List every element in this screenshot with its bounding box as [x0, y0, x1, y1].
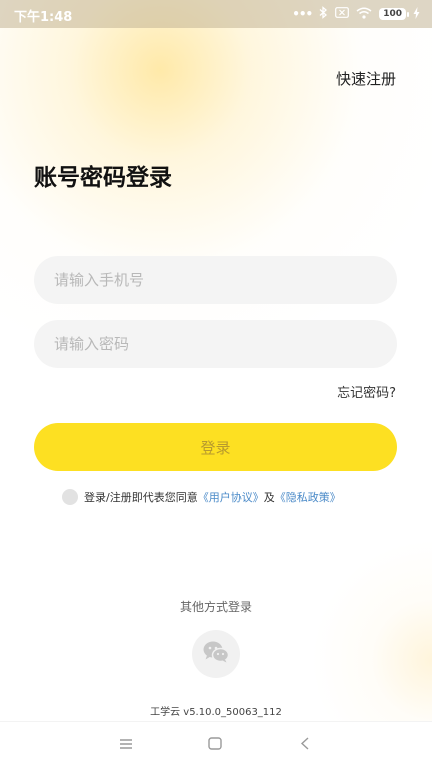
battery-icon: 100	[379, 8, 409, 20]
status-icons: ••• 100	[292, 6, 420, 22]
agreement-conjunction: 及	[263, 491, 275, 504]
agreement-checkbox[interactable]	[62, 489, 78, 505]
phone-input[interactable]	[34, 256, 397, 304]
home-icon[interactable]	[208, 735, 222, 754]
login-button[interactable]: 登录	[34, 423, 397, 471]
privacy-policy-link[interactable]: 《隐私政策》	[275, 489, 341, 505]
status-bar: 下午1:48 ••• 100	[0, 0, 432, 28]
agreement-row: 登录/注册即代表您同意 《用户协议》 及 《隐私政策》	[62, 489, 341, 505]
back-icon[interactable]	[300, 735, 310, 754]
status-time: 下午1:48	[14, 10, 73, 25]
agreement-prefix: 登录/注册即代表您同意	[84, 491, 198, 504]
menu-icon[interactable]	[119, 735, 133, 754]
password-input[interactable]	[34, 320, 397, 368]
system-nav-bar	[0, 721, 432, 768]
wechat-icon	[202, 640, 230, 668]
bluetooth-icon	[319, 6, 328, 22]
forgot-password-link[interactable]: 忘记密码?	[337, 382, 396, 401]
page-title: 账号密码登录	[34, 165, 172, 191]
app-version: 工学云 v5.10.0_50063_112	[150, 707, 282, 718]
wechat-login-button[interactable]	[192, 630, 240, 678]
no-sim-icon	[335, 7, 350, 21]
quick-register-link[interactable]: 快速注册	[336, 68, 396, 89]
charging-icon	[413, 6, 420, 22]
other-login-label: 其他方式登录	[179, 600, 252, 614]
user-agreement-link[interactable]: 《用户协议》	[198, 489, 264, 505]
more-dots-icon: •••	[292, 7, 313, 21]
wifi-icon	[356, 7, 372, 22]
